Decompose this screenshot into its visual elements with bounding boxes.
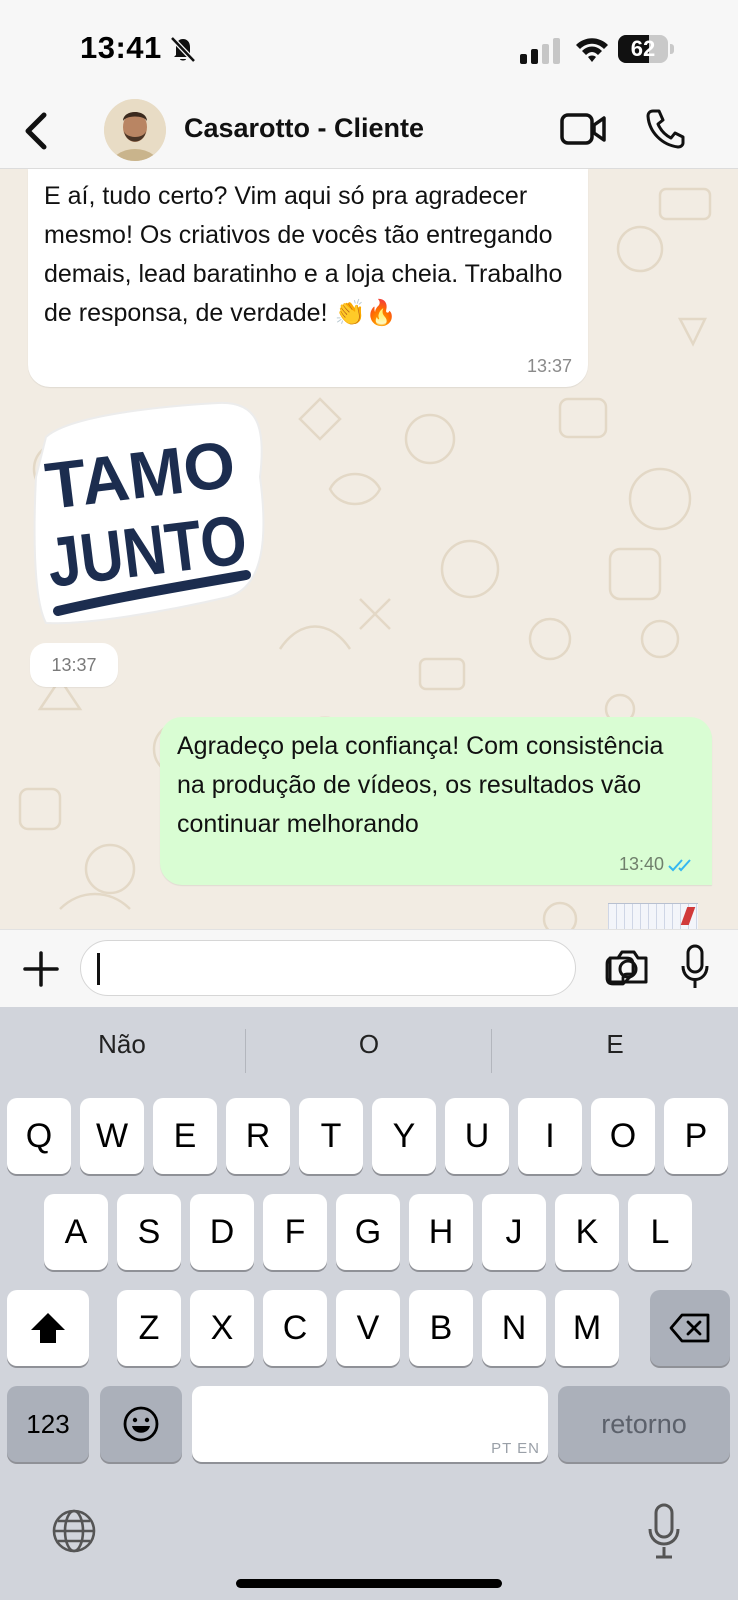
backspace-key[interactable] (650, 1290, 730, 1366)
camera-icon[interactable] (606, 948, 650, 986)
key-a[interactable]: A (44, 1194, 108, 1270)
key-d[interactable]: D (190, 1194, 254, 1270)
key-f[interactable]: F (263, 1194, 327, 1270)
suggestion-2[interactable]: O (249, 1029, 489, 1060)
return-key[interactable]: retorno (558, 1386, 730, 1462)
incoming-message[interactable]: E aí, tudo certo? Vim aqui só pra agrade… (28, 169, 588, 387)
keyboard-language: PT EN (491, 1440, 540, 1457)
bell-off-icon (170, 36, 196, 63)
sticker-time: 13:37 (30, 643, 118, 687)
message-input[interactable] (80, 940, 635, 996)
contact-name[interactable]: Casarotto - Cliente (184, 113, 424, 144)
message-text: E aí, tudo certo? Vim aqui só pra agrade… (44, 182, 563, 327)
battery-level: 62 (630, 36, 656, 61)
home-indicator[interactable] (236, 1579, 502, 1588)
key-v[interactable]: V (336, 1290, 400, 1366)
key-m[interactable]: M (555, 1290, 619, 1366)
key-l[interactable]: L (628, 1194, 692, 1270)
message-time: 13:40 (618, 854, 664, 874)
message-meta: 13:40 (619, 854, 696, 875)
suggestion-1[interactable]: Não (2, 1029, 242, 1060)
space-key[interactable]: PT EN (192, 1386, 548, 1462)
key-t[interactable]: T (299, 1098, 363, 1174)
suggestion-3[interactable]: E (495, 1029, 735, 1060)
keyboard: Não O E Q W E R T Y U I O P A S D F G H … (0, 1007, 738, 1600)
text-caret (97, 953, 100, 985)
video-call-icon[interactable] (560, 111, 608, 147)
key-g[interactable]: G (336, 1194, 400, 1270)
emoji-key[interactable] (100, 1386, 182, 1462)
key-n[interactable]: N (482, 1290, 546, 1366)
key-i[interactable]: I (518, 1098, 582, 1174)
backspace-icon (669, 1313, 710, 1343)
status-bar: 13:41 62 (0, 0, 738, 95)
key-q[interactable]: Q (7, 1098, 71, 1174)
key-j[interactable]: J (482, 1194, 546, 1270)
chat-header: Casarotto - Cliente (0, 95, 738, 169)
key-e[interactable]: E (153, 1098, 217, 1174)
key-z[interactable]: Z (117, 1290, 181, 1366)
key-o[interactable]: O (591, 1098, 655, 1174)
wifi-icon (576, 38, 608, 62)
emoji-icon (123, 1406, 159, 1442)
key-k[interactable]: K (555, 1194, 619, 1270)
predictive-bar: Não O E (0, 1007, 738, 1095)
battery-icon: 62 (618, 35, 674, 63)
globe-icon[interactable] (50, 1507, 98, 1555)
microphone-icon[interactable] (680, 944, 710, 990)
key-c[interactable]: C (263, 1290, 327, 1366)
key-h[interactable]: H (409, 1194, 473, 1270)
outgoing-message[interactable]: Agradeço pela confiança! Com consistênci… (160, 717, 712, 885)
avatar[interactable] (104, 99, 166, 161)
phone-icon[interactable] (645, 107, 685, 149)
key-p[interactable]: P (664, 1098, 728, 1174)
back-chevron-icon[interactable] (18, 109, 54, 153)
plus-icon[interactable] (22, 950, 60, 988)
sticker-message[interactable]: TAMO JUNTO (28, 397, 268, 633)
message-composer (0, 929, 738, 1007)
key-u[interactable]: U (445, 1098, 509, 1174)
shift-key[interactable] (7, 1290, 89, 1366)
read-ticks-icon (668, 858, 691, 871)
key-w[interactable]: W (80, 1098, 144, 1174)
shift-icon (31, 1313, 65, 1343)
numbers-key[interactable]: 123 (7, 1386, 89, 1462)
message-text: Agradeço pela confiança! Com consistênci… (177, 732, 664, 838)
cellular-signal-icon (520, 38, 560, 64)
message-time: 13:37 (526, 356, 572, 376)
dictation-mic-icon[interactable] (646, 1503, 682, 1559)
key-b[interactable]: B (409, 1290, 473, 1366)
key-s[interactable]: S (117, 1194, 181, 1270)
status-time: 13:41 (80, 30, 162, 65)
chat-area[interactable]: E aí, tudo certo? Vim aqui só pra agrade… (0, 169, 738, 929)
key-r[interactable]: R (226, 1098, 290, 1174)
key-x[interactable]: X (190, 1290, 254, 1366)
key-y[interactable]: Y (372, 1098, 436, 1174)
